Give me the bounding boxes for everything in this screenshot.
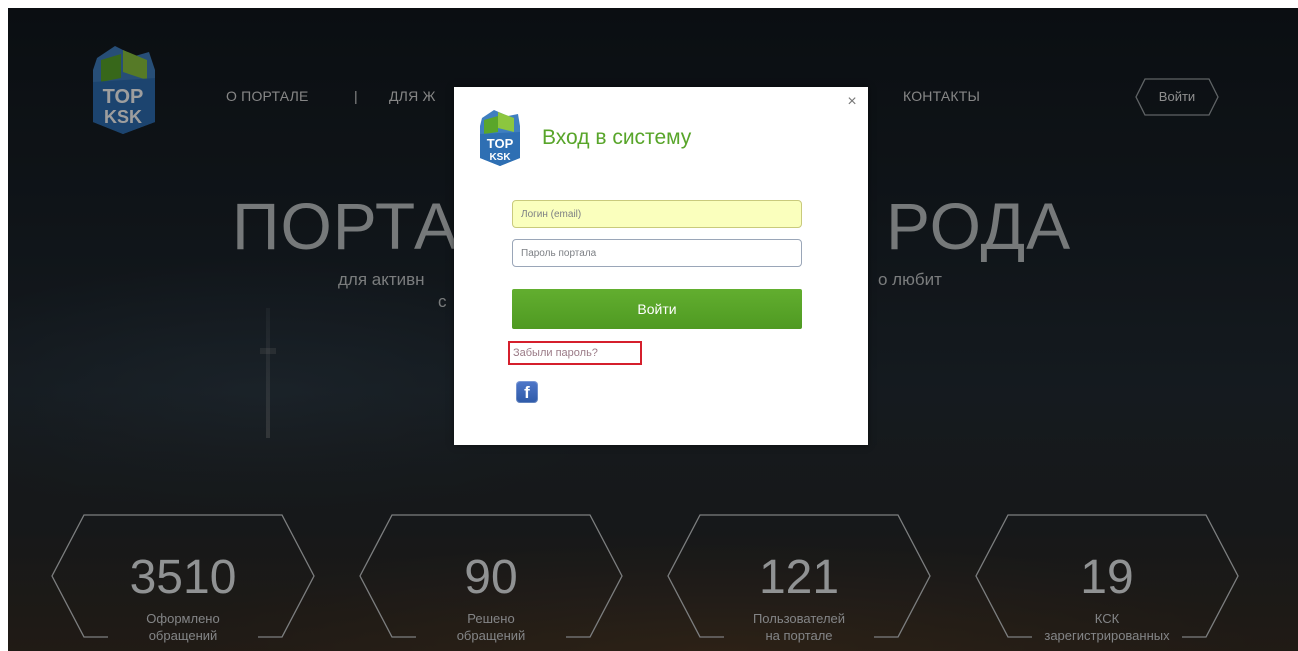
modal-logo-text-top: TOP — [487, 136, 514, 151]
facebook-login-icon[interactable]: f — [516, 381, 538, 403]
modal-title: Вход в систему — [542, 126, 692, 149]
email-field[interactable] — [512, 200, 802, 228]
close-icon[interactable]: × — [843, 93, 861, 111]
modal-logo: TOP KSK — [474, 100, 524, 175]
password-field[interactable] — [512, 239, 802, 267]
landing-page: TOP KSK О ПОРТАЛЕ | ДЛЯ Ж КОНТАКТЫ Войти… — [8, 8, 1298, 651]
modal-logo-text-bottom: KSK — [489, 152, 511, 163]
forgot-password-link[interactable]: Забыли пароль? — [508, 341, 642, 365]
login-modal: × TOP KSK Вход в систему Войти Забыли па… — [454, 87, 868, 445]
login-submit-button[interactable]: Войти — [512, 289, 802, 329]
